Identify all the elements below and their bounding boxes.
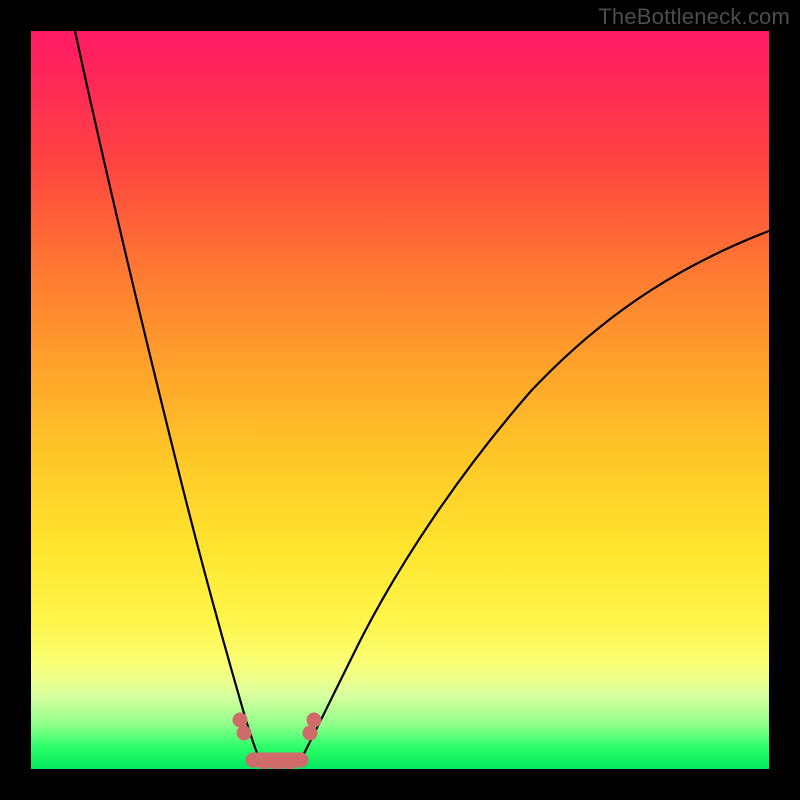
watermark-text: TheBottleneck.com bbox=[598, 4, 790, 30]
curve-left-branch bbox=[75, 31, 261, 763]
chart-curves-svg bbox=[31, 31, 769, 769]
bottom-bump-markers bbox=[233, 713, 321, 769]
chart-outer-frame: TheBottleneck.com bbox=[0, 0, 800, 800]
chart-plot-area bbox=[31, 31, 769, 769]
curve-right-branch bbox=[299, 231, 769, 763]
